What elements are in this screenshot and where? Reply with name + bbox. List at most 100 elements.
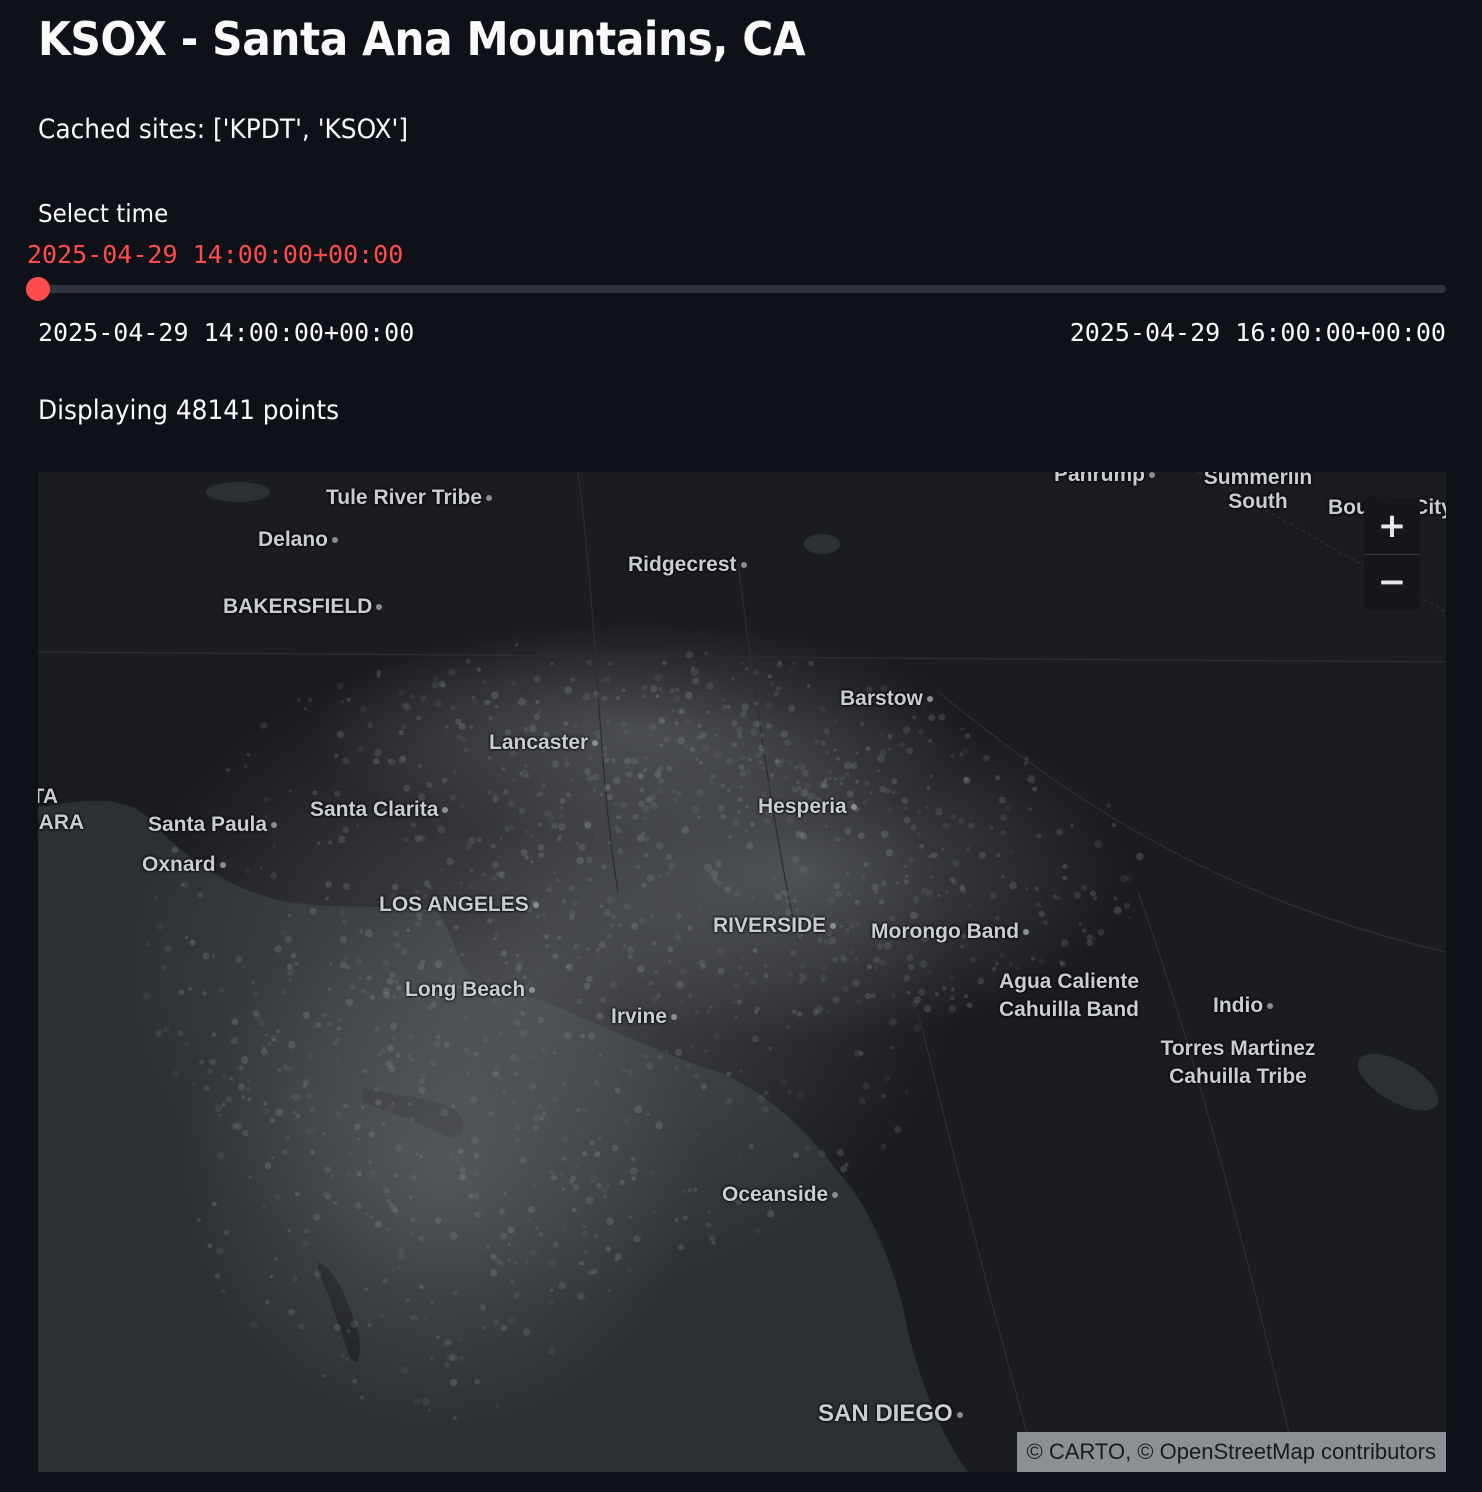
radar-point xyxy=(685,691,693,700)
radar-point xyxy=(863,862,869,868)
radar-point xyxy=(453,1290,458,1296)
radar-point xyxy=(334,753,339,758)
zoom-in-button[interactable]: + xyxy=(1364,498,1420,555)
radar-point xyxy=(627,1068,634,1076)
radar-point xyxy=(387,1044,394,1052)
radar-point xyxy=(998,796,1006,804)
radar-point xyxy=(322,1012,327,1018)
radar-point xyxy=(500,1232,508,1240)
radar-point xyxy=(910,824,917,831)
radar-point xyxy=(457,1148,464,1155)
radar-point xyxy=(957,817,965,824)
radar-point xyxy=(912,896,920,903)
radar-point xyxy=(392,994,397,999)
radar-point xyxy=(687,993,693,998)
radar-point xyxy=(892,791,896,795)
radar-point xyxy=(361,989,366,994)
city-label: Irvine xyxy=(611,1005,678,1029)
radar-point xyxy=(855,751,860,755)
radar-point xyxy=(340,699,345,704)
radar-point xyxy=(406,1054,411,1059)
radar-point xyxy=(861,875,866,879)
radar-point xyxy=(467,883,473,889)
radar-point xyxy=(617,922,623,928)
radar-point xyxy=(366,975,372,981)
radar-point xyxy=(307,697,313,703)
radar-point xyxy=(672,797,679,804)
zoom-out-button[interactable]: − xyxy=(1364,554,1420,610)
radar-point xyxy=(434,960,443,969)
radar-point xyxy=(903,806,908,811)
time-slider-thumb[interactable] xyxy=(26,277,50,301)
radar-point xyxy=(838,773,846,781)
radar-point xyxy=(374,1026,380,1032)
radar-point xyxy=(585,1196,594,1205)
radar-point xyxy=(413,1397,421,1405)
radar-point xyxy=(928,854,933,859)
radar-point xyxy=(654,673,663,682)
radar-point xyxy=(1023,761,1028,766)
radar-point xyxy=(796,1090,804,1099)
radar-point xyxy=(535,1226,539,1230)
radar-point xyxy=(364,1287,369,1291)
radar-point xyxy=(1056,828,1063,836)
radar-point xyxy=(780,1078,787,1086)
radar-point xyxy=(272,844,276,848)
time-slider-track[interactable] xyxy=(26,277,1446,301)
radar-point xyxy=(649,1170,655,1176)
radar-point xyxy=(507,1243,511,1247)
radar-point xyxy=(304,1127,312,1136)
radar-point xyxy=(309,1106,316,1113)
radar-point xyxy=(634,1105,642,1114)
radar-point xyxy=(642,694,646,699)
radar-point xyxy=(887,747,892,752)
radar-point xyxy=(928,714,935,722)
radar-point xyxy=(883,1075,891,1082)
radar-point xyxy=(615,695,621,701)
radar-point xyxy=(692,677,700,685)
radar-point xyxy=(819,973,827,981)
city-label: Oceanside xyxy=(722,1183,839,1207)
radar-point xyxy=(347,1152,352,1157)
map-attribution[interactable]: © CARTO, © OpenStreetMap contributors xyxy=(1016,1432,1446,1472)
radar-point xyxy=(246,1086,252,1092)
radar-point xyxy=(202,991,207,996)
radar-point xyxy=(833,748,837,752)
radar-point xyxy=(520,769,529,778)
radar-point xyxy=(302,1011,310,1019)
radar-point xyxy=(355,823,360,828)
radar-point xyxy=(396,1265,401,1270)
radar-point xyxy=(308,1053,314,1059)
radar-point xyxy=(603,909,611,917)
radar-point xyxy=(417,764,422,769)
radar-point xyxy=(513,1123,521,1131)
radar-point xyxy=(562,1156,567,1162)
radar-point xyxy=(593,1151,600,1158)
radar-point xyxy=(226,768,230,772)
radar-point xyxy=(795,908,799,912)
radar-point xyxy=(804,1144,812,1152)
radar-point xyxy=(599,792,603,797)
radar-point xyxy=(868,791,873,795)
radar-map[interactable]: Tule River Tribe Delano Ridgecrest BAKER… xyxy=(38,472,1446,1472)
radar-point xyxy=(906,747,914,755)
radar-point xyxy=(524,829,529,834)
radar-point xyxy=(598,1053,603,1058)
radar-point xyxy=(908,857,915,864)
radar-point xyxy=(586,775,593,782)
radar-point xyxy=(298,1323,305,1330)
radar-point xyxy=(806,684,811,688)
radar-point xyxy=(451,1104,456,1109)
radar-point xyxy=(583,982,591,990)
radar-point xyxy=(471,1136,479,1145)
radar-point xyxy=(408,1034,414,1040)
radar-point xyxy=(819,780,828,789)
radar-point xyxy=(418,1086,426,1094)
radar-point xyxy=(703,651,709,656)
radar-point xyxy=(495,1404,500,1409)
radar-point xyxy=(797,1011,803,1017)
radar-point xyxy=(312,1025,317,1030)
radar-point xyxy=(891,992,896,998)
radar-point xyxy=(965,846,971,852)
radar-point xyxy=(592,691,600,699)
